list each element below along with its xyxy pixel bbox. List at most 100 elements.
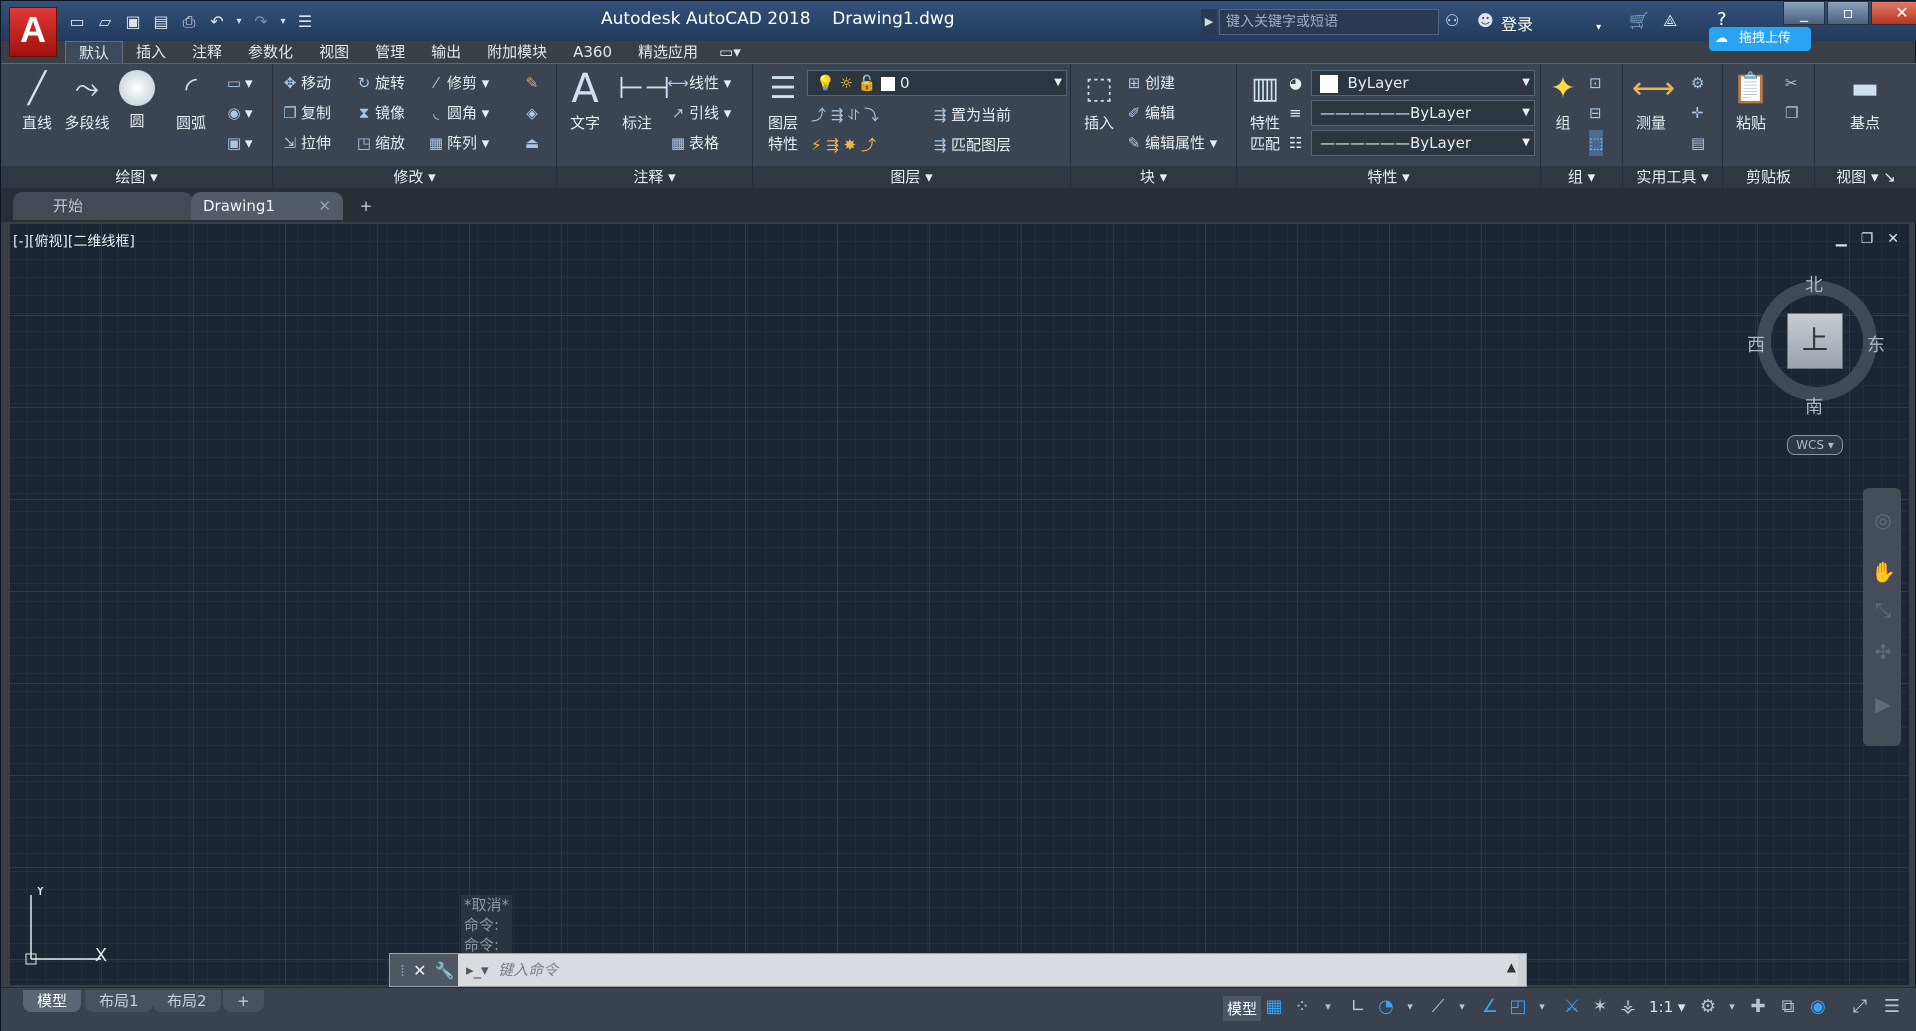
tab-a360[interactable]: A360 (560, 41, 625, 63)
layer-dropdown[interactable]: 💡 ☼ 🔓 0 ▼ (807, 70, 1067, 96)
steering-wheel-icon[interactable]: ◎ (1871, 508, 1895, 532)
save-as-icon[interactable]: ▤ (149, 10, 173, 34)
linetype-icon[interactable]: ≡ (1289, 100, 1302, 126)
ungroup-icon[interactable]: ⊡ (1589, 70, 1602, 96)
drawing-viewport[interactable]: [-][俯视][二维线框] ▁ ❐ ✕ (9, 223, 1909, 985)
open-file-icon[interactable]: ▱ (93, 10, 117, 34)
move-button[interactable]: ✥ 移动 (279, 70, 331, 96)
clipboard-panel-title[interactable]: 剪贴板 (1723, 166, 1814, 188)
redo-icon[interactable]: ↷ (249, 10, 273, 34)
search-expand-icon[interactable]: ▶ (1201, 9, 1217, 35)
compass-north[interactable]: 北 (1805, 271, 1823, 297)
autodesk-exchange-icon[interactable]: ⟁ (1663, 11, 1677, 31)
clean-screen-icon[interactable]: ⤢ (1849, 994, 1871, 1020)
match-layer-button[interactable]: ⇶ 匹配图层 (929, 132, 1011, 158)
layer-properties-button[interactable]: ☰ 图层 特性 (755, 66, 811, 154)
minimize-button[interactable]: _ (1783, 1, 1825, 25)
id-point-icon[interactable]: ✛ (1691, 100, 1704, 126)
leader-button[interactable]: ↗ 引线 ▾ (667, 100, 732, 126)
tab-insert[interactable]: 插入 (123, 41, 179, 63)
compass-west[interactable]: 西 (1747, 331, 1765, 357)
application-menu-button[interactable]: A (9, 7, 57, 57)
cart-icon[interactable]: 🛒 (1629, 11, 1649, 30)
layout-tab-layout1[interactable]: 布局1 (85, 990, 153, 1012)
layer-tool-icons-row2[interactable]: ⚡ ⇶ ✸ ⤴ (811, 132, 876, 158)
layers-panel-title[interactable]: 图层 ▾ (753, 166, 1070, 188)
linetype-dropdown[interactable]: ——————ByLayer ▼ (1311, 100, 1535, 126)
match-properties-button[interactable]: ▥ 特性 匹配 (1237, 66, 1293, 154)
snap-dropdown-icon[interactable]: ▾ (1317, 994, 1339, 1020)
tab-drawing1[interactable]: Drawing1 ✕ (191, 192, 343, 220)
tab-manage[interactable]: 管理 (362, 41, 418, 63)
layout-tab-model[interactable]: 模型 (23, 990, 82, 1012)
showmotion-icon[interactable]: ▶ (1871, 692, 1895, 716)
wcs-menu[interactable]: WCS ▾ (1787, 435, 1843, 455)
login-button[interactable]: 登录 ▾ (1501, 11, 1601, 35)
viewport-controls-label[interactable]: [-][俯视][二维线框] (13, 231, 135, 251)
undo-icon[interactable]: ↶ (205, 10, 229, 34)
array-button[interactable]: ▦ 阵列 ▾ (425, 130, 489, 156)
command-history-toggle-icon[interactable]: ▲ (1507, 960, 1516, 974)
ortho-icon[interactable]: ∟ (1347, 994, 1369, 1020)
circle-button[interactable]: 圆 (109, 66, 165, 131)
stretch-button[interactable]: ⇲ 拉伸 (279, 130, 331, 156)
tab-parametric[interactable]: 参数化 (235, 41, 306, 63)
properties-panel-title[interactable]: 特性 ▾ (1237, 166, 1540, 188)
hardware-acceleration-icon[interactable]: ◉ (1807, 994, 1829, 1020)
draw-panel-title[interactable]: 绘图 ▾ (1, 166, 272, 188)
edit-attributes-button[interactable]: ✎ 编辑属性 ▾ (1123, 130, 1218, 156)
snap-icon[interactable]: ⁘ (1291, 994, 1313, 1020)
pan-icon[interactable]: ✋ (1871, 560, 1896, 584)
rectangle-icon[interactable]: ▭ ▾ (223, 70, 253, 96)
paste-button[interactable]: 📋 粘贴 (1723, 66, 1779, 133)
line-button[interactable]: ╱ 直线 (9, 66, 65, 133)
lineweight-icon[interactable]: ☷ (1289, 130, 1302, 156)
customize-wrench-icon[interactable]: 🔧 (435, 961, 455, 980)
lineweight-dropdown[interactable]: ——————ByLayer ▼ (1311, 130, 1535, 156)
explode-icon[interactable]: ◈ (521, 100, 543, 126)
set-current-button[interactable]: ⇶ 置为当前 (929, 102, 1011, 128)
polar-dropdown-icon[interactable]: ▾ (1399, 994, 1421, 1020)
annotation-panel-title[interactable]: 注释 ▾ (557, 166, 752, 188)
customize-qat-icon[interactable]: ☰ (293, 10, 317, 34)
color-wheel-icon[interactable]: ◕ (1289, 70, 1302, 96)
close-button[interactable]: ✕ (1871, 1, 1916, 25)
color-dropdown[interactable]: ByLayer ▼ (1311, 70, 1535, 96)
grip-handle[interactable]: ⁞ (400, 961, 405, 980)
dimension-button[interactable]: ⊢⊣ 标注 (609, 66, 670, 133)
groups-panel-title[interactable]: 组 ▾ (1541, 166, 1622, 188)
search-input[interactable]: 键入关键字或短语 (1219, 9, 1439, 35)
command-prompt-icon[interactable]: ▸_▾ (466, 961, 489, 979)
modify-panel-title[interactable]: 修改 ▾ (273, 166, 556, 188)
annotation-monitor-icon[interactable]: ✚ (1747, 994, 1769, 1020)
redo-dropdown-icon[interactable]: ▾ (277, 10, 289, 34)
text-button[interactable]: A 文字 (557, 66, 613, 133)
object-snap-icon[interactable]: ◰ (1507, 994, 1529, 1020)
binoculars-icon[interactable]: ⚇ (1445, 11, 1459, 30)
utilities-panel-title[interactable]: 实用工具 ▾ (1623, 166, 1722, 188)
close-tab-icon[interactable]: ✕ (318, 192, 331, 220)
fillet-button[interactable]: ◟ 圆角 ▾ (425, 100, 489, 126)
layer-tool-icons-row1[interactable]: ⤴ ⇶ ⥯ ⤵ (811, 102, 879, 128)
zoom-icon[interactable]: ⤡ (1871, 598, 1895, 622)
undo-dropdown-icon[interactable]: ▾ (233, 10, 245, 34)
region-icon[interactable]: ▣ ▾ (223, 130, 253, 156)
print-icon[interactable]: ⎙ (177, 10, 201, 34)
trim-button[interactable]: ⁄ 修剪 ▾ (425, 70, 490, 96)
tab-default[interactable]: 默认 (65, 41, 124, 63)
user-icon[interactable]: ☻ (1477, 11, 1494, 30)
grid-icon[interactable]: ▦ (1263, 994, 1285, 1020)
save-icon[interactable]: ▣ (121, 10, 145, 34)
rotate-button[interactable]: ↻ 旋转 (353, 70, 405, 96)
polyline-button[interactable]: ⤳ 多段线 (59, 66, 115, 133)
viewport-close-icon[interactable]: ✕ (1887, 231, 1899, 247)
offset-icon[interactable]: ⏏ (521, 130, 543, 156)
viewport-restore-icon[interactable]: ❐ (1861, 231, 1874, 247)
compass-south[interactable]: 南 (1805, 393, 1823, 419)
isodraft-icon[interactable]: ⟋ (1427, 994, 1449, 1020)
auto-scale-icon[interactable]: ✶ (1589, 994, 1611, 1020)
isolate-objects-icon[interactable]: ⧉ (1777, 994, 1799, 1020)
table-button[interactable]: ▦ 表格 (667, 130, 719, 156)
workspace-gear-icon[interactable]: ⚙ (1697, 994, 1719, 1020)
workspace-dropdown-icon[interactable]: ▾ (1721, 994, 1743, 1020)
